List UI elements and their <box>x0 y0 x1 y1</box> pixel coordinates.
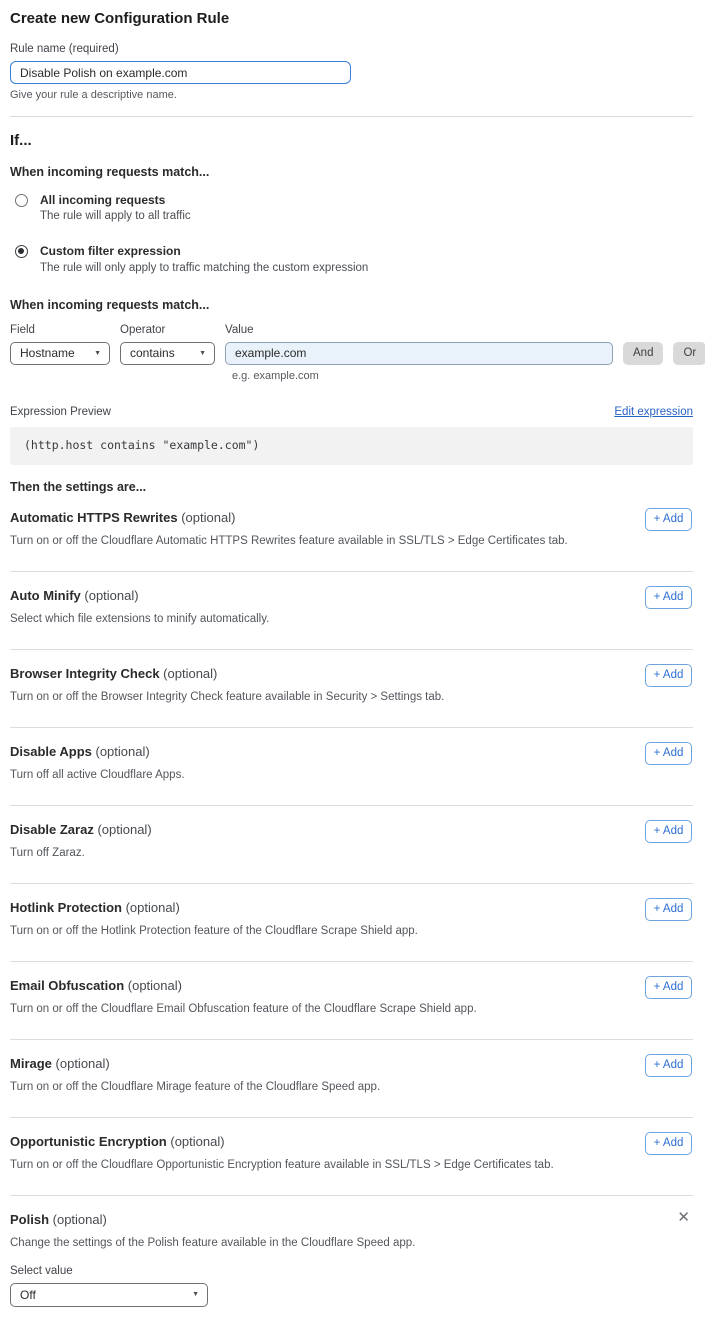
field-select[interactable]: Hostname ▼ <box>10 342 110 365</box>
setting-name: Disable Zaraz <box>10 822 94 837</box>
operator-select-value: contains <box>130 346 175 360</box>
rule-name-helper: Give your rule a descriptive name. <box>10 89 693 101</box>
setting-description: Select which file extensions to minify a… <box>10 613 570 625</box>
setting-description: Turn on or off the Cloudflare Opportunis… <box>10 1159 570 1171</box>
setting-automatic-https-rewrites: Automatic HTTPS Rewrites (optional) Turn… <box>10 494 693 572</box>
radio-description: The rule will only apply to traffic matc… <box>40 262 368 274</box>
add-button[interactable]: + Add <box>645 898 692 921</box>
close-icon[interactable]: ✕ <box>675 1208 692 1227</box>
radio-button-icon[interactable] <box>15 194 28 207</box>
match-type-radio-group: All incoming requests The rule will appl… <box>10 193 693 274</box>
create-configuration-rule-page: Create new Configuration Rule Rule name … <box>0 0 705 1321</box>
setting-description: Turn on or off the Browser Integrity Che… <box>10 691 570 703</box>
rule-name-input[interactable] <box>10 61 351 84</box>
value-helper: e.g. example.com <box>232 370 693 382</box>
setting-auto-minify: Auto Minify (optional) Select which file… <box>10 572 693 650</box>
setting-name: Mirage <box>10 1056 52 1071</box>
add-button[interactable]: + Add <box>645 742 692 765</box>
setting-polish: Polish (optional) ✕ Change the settings … <box>10 1196 693 1307</box>
setting-description: Turn off Zaraz. <box>10 847 570 859</box>
field-label: Field <box>10 324 110 336</box>
radio-custom-filter-expression[interactable]: Custom filter expression The rule will o… <box>10 244 693 273</box>
add-button[interactable]: + Add <box>645 976 692 999</box>
setting-optional: (optional) <box>96 744 150 759</box>
setting-name: Polish <box>10 1212 49 1227</box>
setting-optional: (optional) <box>56 1056 110 1071</box>
operator-select[interactable]: contains ▼ <box>120 342 215 365</box>
add-button[interactable]: + Add <box>645 1132 692 1155</box>
setting-description: Turn on or off the Cloudflare Email Obfu… <box>10 1003 570 1015</box>
setting-name: Auto Minify <box>10 588 81 603</box>
setting-name: Opportunistic Encryption <box>10 1134 167 1149</box>
add-button[interactable]: + Add <box>645 508 692 531</box>
then-settings-heading: Then the settings are... <box>10 480 693 494</box>
expression-builder-heading: When incoming requests match... <box>10 298 693 312</box>
radio-description: The rule will apply to all traffic <box>40 210 191 222</box>
setting-optional: (optional) <box>126 900 180 915</box>
radio-all-incoming-requests[interactable]: All incoming requests The rule will appl… <box>10 193 693 222</box>
add-button[interactable]: + Add <box>645 1054 692 1077</box>
setting-disable-zaraz: Disable Zaraz (optional) Turn off Zaraz.… <box>10 806 693 884</box>
select-value-label: Select value <box>10 1265 693 1277</box>
add-button[interactable]: + Add <box>645 586 692 609</box>
add-button[interactable]: + Add <box>645 820 692 843</box>
if-heading: If... <box>10 132 693 149</box>
rule-name-label: Rule name (required) <box>10 43 693 55</box>
polish-select-value: Off <box>20 1288 36 1302</box>
setting-opportunistic-encryption: Opportunistic Encryption (optional) Turn… <box>10 1118 693 1196</box>
setting-email-obfuscation: Email Obfuscation (optional) Turn on or … <box>10 962 693 1040</box>
page-title: Create new Configuration Rule <box>10 10 693 27</box>
setting-optional: (optional) <box>170 1134 224 1149</box>
chevron-down-icon: ▼ <box>199 350 206 357</box>
setting-description: Turn on or off the Hotlink Protection fe… <box>10 925 570 937</box>
setting-description: Change the settings of the Polish featur… <box>10 1237 570 1249</box>
value-label: Value <box>225 324 613 336</box>
setting-description: Turn on or off the Cloudflare Automatic … <box>10 535 570 547</box>
setting-disable-apps: Disable Apps (optional) Turn off all act… <box>10 728 693 806</box>
setting-browser-integrity-check: Browser Integrity Check (optional) Turn … <box>10 650 693 728</box>
setting-hotlink-protection: Hotlink Protection (optional) Turn on or… <box>10 884 693 962</box>
radio-button-selected-icon[interactable] <box>15 245 28 258</box>
add-button[interactable]: + Add <box>645 664 692 687</box>
setting-description: Turn off all active Cloudflare Apps. <box>10 769 570 781</box>
chevron-down-icon: ▼ <box>192 1291 199 1298</box>
chevron-down-icon: ▼ <box>94 350 101 357</box>
expression-preview-label: Expression Preview <box>10 406 111 418</box>
value-input[interactable] <box>225 342 613 365</box>
edit-expression-link[interactable]: Edit expression <box>614 406 693 418</box>
or-button[interactable]: Or <box>673 342 705 365</box>
setting-name: Email Obfuscation <box>10 978 124 993</box>
expression-preview-code: (http.host contains "example.com") <box>10 427 693 465</box>
divider <box>10 116 693 117</box>
setting-description: Turn on or off the Cloudflare Mirage fea… <box>10 1081 570 1093</box>
expression-builder: Field Hostname ▼ Operator contains ▼ Val… <box>10 324 693 382</box>
and-button[interactable]: And <box>623 342 663 365</box>
setting-optional: (optional) <box>163 666 217 681</box>
setting-name: Disable Apps <box>10 744 92 759</box>
radio-label: All incoming requests <box>40 193 191 207</box>
setting-optional: (optional) <box>53 1212 107 1227</box>
polish-value-select[interactable]: Off ▼ <box>10 1283 208 1307</box>
radio-label: Custom filter expression <box>40 244 368 258</box>
setting-optional: (optional) <box>128 978 182 993</box>
operator-label: Operator <box>120 324 215 336</box>
setting-name: Automatic HTTPS Rewrites <box>10 510 178 525</box>
setting-optional: (optional) <box>97 822 151 837</box>
setting-optional: (optional) <box>84 588 138 603</box>
field-select-value: Hostname <box>20 346 75 360</box>
setting-name: Hotlink Protection <box>10 900 122 915</box>
setting-mirage: Mirage (optional) Turn on or off the Clo… <box>10 1040 693 1118</box>
setting-name: Browser Integrity Check <box>10 666 160 681</box>
setting-optional: (optional) <box>181 510 235 525</box>
rule-name-group: Rule name (required) Give your rule a de… <box>10 43 693 101</box>
incoming-requests-match-heading: When incoming requests match... <box>10 165 693 179</box>
